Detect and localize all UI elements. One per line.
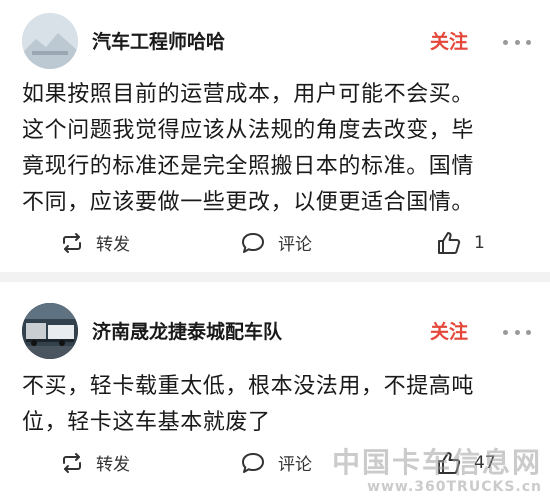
repost-label: 转发 [96, 455, 130, 475]
repost-button[interactable]: 转发 [60, 450, 130, 475]
repost-button[interactable]: 转发 [60, 230, 130, 255]
post-body-line: 不同，应该要做一些更改，以便更适合国情。 [22, 190, 475, 215]
post-body-line: 如果按照目前的运营成本，用户可能不会买。 [22, 82, 475, 107]
username[interactable]: 济南晟龙捷泰城配车队 [92, 317, 282, 344]
like-button[interactable]: 1 [436, 230, 485, 256]
post-body: 不买，轻卡载重太低，根本没法用，不提高吨 位，轻卡这车基本就废了 [22, 369, 532, 441]
follow-button[interactable]: 关注 [430, 27, 468, 54]
post-separator [0, 272, 550, 282]
comment-label: 评论 [278, 235, 312, 255]
watermark-cn: 中国卡车信息网 [331, 446, 542, 479]
repost-icon [60, 452, 84, 474]
post-body-line: 竟现行的标准还是完全照搬日本的标准。国情 [22, 154, 475, 179]
comment-button[interactable]: 评论 [240, 230, 312, 255]
post-card: 汽车工程师哈哈 关注 如果按照目前的运营成本，用户可能不会买。 这个问题我觉得应… [0, 0, 550, 272]
avatar[interactable] [22, 13, 78, 69]
like-count: 1 [474, 233, 485, 253]
more-dots-icon[interactable] [503, 37, 531, 47]
username[interactable]: 汽车工程师哈哈 [92, 27, 225, 54]
like-icon [436, 230, 462, 256]
comment-icon [240, 231, 266, 255]
post-body-line: 不买，轻卡载重太低，根本没法用，不提高吨 [22, 374, 475, 399]
comment-label: 评论 [278, 455, 312, 475]
post-body-line: 这个问题我觉得应该从法规的角度去改变，毕 [22, 118, 475, 143]
avatar[interactable] [22, 303, 78, 359]
post-body-line: 位，轻卡这车基本就废了 [22, 410, 271, 435]
more-dots-icon[interactable] [503, 327, 531, 337]
comment-button[interactable]: 评论 [240, 450, 312, 475]
repost-icon [60, 232, 84, 254]
post-body: 如果按照目前的运营成本，用户可能不会买。 这个问题我觉得应该从法规的角度去改变，… [22, 77, 532, 221]
repost-label: 转发 [96, 235, 130, 255]
watermark-en: www.360TRUCKS.cn [367, 479, 542, 495]
site-watermark: 中国卡车信息网 www.360TRUCKS.cn [331, 446, 542, 496]
follow-button[interactable]: 关注 [430, 317, 468, 344]
comment-icon [240, 451, 266, 475]
